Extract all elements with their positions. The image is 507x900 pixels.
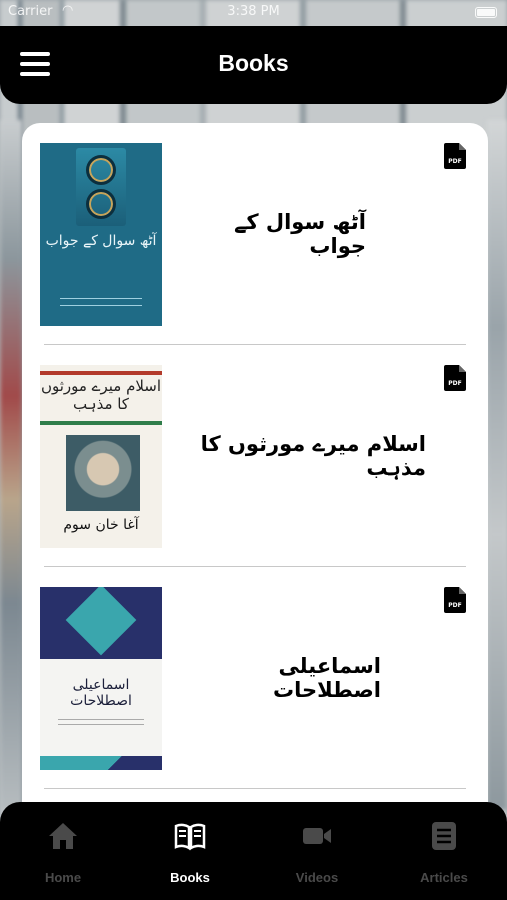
cover-footer-rule [60,298,142,306]
tab-articles-label: Articles [420,870,468,885]
cover-title-text: آٹھ سوال کے جواب [45,233,157,249]
cover-ring-ornament [86,189,116,219]
cover-ring-ornament [86,155,116,185]
tab-videos-label: Videos [295,870,339,885]
status-bar: Carrier ◠ 3:38 PM [0,0,507,26]
tab-home-label: Home [44,870,82,885]
page-title: Books [218,50,289,76]
book-title-text: آٹھ سوال کے جواب [234,209,366,258]
video-camera-icon [303,828,331,844]
pdf-file-icon[interactable]: PDF [444,143,466,169]
article-icon [432,822,456,850]
svg-text:PDF: PDF [448,602,461,609]
svg-text:PDF: PDF [448,158,461,165]
cover-stripe [40,371,162,375]
book-cover-image: آٹھ سوال کے جواب [40,143,162,326]
book-cover-image: اسماعیلی اصطلاحات [40,587,162,770]
tab-videos[interactable]: Videos [254,802,380,900]
cover-title-text: اسماعیلی اصطلاحات [70,677,132,709]
books-list-card: آٹھ سوال کے جواب آٹھ سوال کے جواب PDF اس… [22,123,488,823]
bookshelf-background-right [487,120,507,810]
cover-author-text: آغا خان سوم [63,517,139,533]
bookshelf-background-left [0,120,22,810]
book-open-icon [174,823,206,851]
book-title: اسلام میرے مورثوں کا مذہب [172,345,466,566]
book-list-item[interactable]: آٹھ سوال کے جواب آٹھ سوال کے جواب PDF [40,123,466,345]
book-title-text: اسماعیلی اصطلاحات [272,653,381,702]
svg-text:PDF: PDF [448,380,461,387]
book-title: اسماعیلی اصطلاحات [172,567,466,788]
pdf-file-icon[interactable]: PDF [444,365,466,391]
tab-books[interactable]: Books [127,802,253,900]
status-time: 3:38 PM [227,4,280,19]
cover-stripe [40,421,162,425]
cover-title-text: اسلام میرے مورثوں کا مذہب [40,377,162,413]
home-icon [49,823,77,849]
app-header: Books [0,26,507,104]
bottom-tab-bar: Home Books Videos Articles [0,802,507,900]
book-list-item[interactable]: اسلام میرے مورثوں کا مذہب آغا خان سوم اس… [40,345,466,567]
cover-portrait [66,435,140,511]
tab-home[interactable]: Home [0,802,126,900]
book-title-text: اسلام میرے مورثوں کا مذہب [200,431,426,480]
cover-bottom-band [40,756,162,770]
pdf-file-icon[interactable]: PDF [444,587,466,613]
book-list-item[interactable]: اسماعیلی اصطلاحات اسماعیلی اصطلاحات PDF [40,567,466,789]
book-title: آٹھ سوال کے جواب [172,123,466,344]
battery-icon [475,7,497,18]
tab-books-label: Books [170,870,210,885]
cover-footer-rule [58,719,144,725]
tab-articles[interactable]: Articles [381,802,507,900]
book-cover-image: اسلام میرے مورثوں کا مذہب آغا خان سوم [40,365,162,548]
